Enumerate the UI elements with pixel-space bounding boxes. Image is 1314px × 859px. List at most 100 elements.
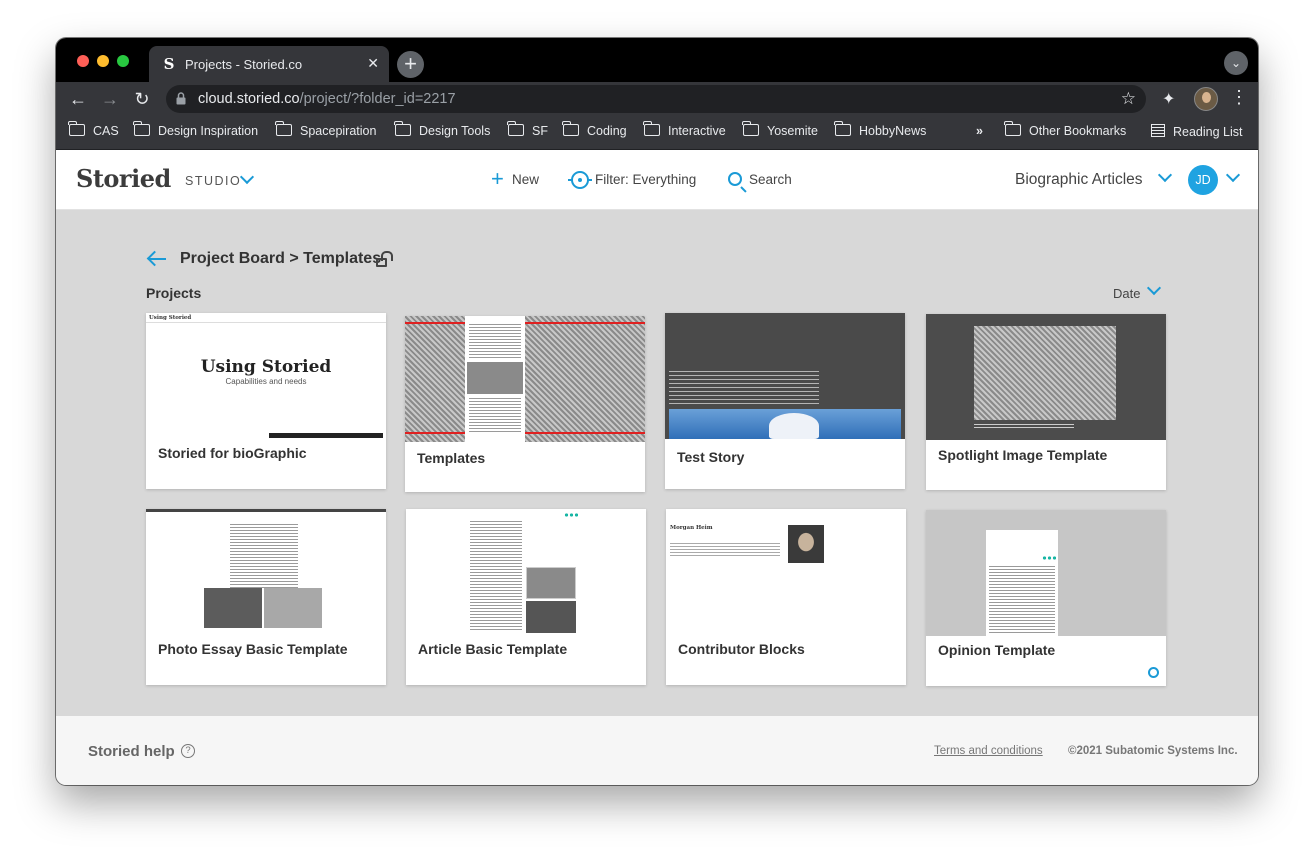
- project-thumbnail: Morgan Heim: [666, 509, 906, 635]
- project-title: Storied for bioGraphic: [158, 445, 307, 461]
- bookmark-item[interactable]: HobbyNews: [834, 121, 926, 138]
- kebab-menu-icon[interactable]: ⋮: [1230, 87, 1248, 108]
- help-link[interactable]: Storied help: [88, 743, 175, 760]
- thumbnail-image: [467, 362, 523, 394]
- terms-link[interactable]: Terms and conditions: [934, 745, 1043, 757]
- chevron-down-icon[interactable]: [1146, 280, 1162, 296]
- folder-icon: [643, 121, 660, 136]
- thumbnail-header: Using Storied: [146, 313, 386, 323]
- bookmark-item[interactable]: Interactive: [643, 121, 726, 138]
- thumbnail-heading: Morgan Heim: [670, 525, 713, 531]
- tab-search-chevron-icon[interactable]: ⌄: [1224, 51, 1248, 75]
- bookmarks-overflow-button[interactable]: »: [976, 124, 983, 138]
- project-title: Spotlight Image Template: [938, 447, 1108, 463]
- folder-icon: [68, 121, 85, 136]
- thumbnail-text: [470, 521, 522, 631]
- chevron-down-icon[interactable]: [1157, 167, 1173, 183]
- bookmark-label: Interactive: [668, 124, 726, 138]
- sort-dropdown[interactable]: Date: [1113, 286, 1140, 301]
- project-board: Project Board > Templates Projects Date …: [56, 210, 1258, 716]
- folder-icon: [834, 121, 851, 136]
- bookmark-item[interactable]: Coding: [562, 121, 627, 138]
- folder-icon: [742, 121, 759, 136]
- thumbnail-image: [974, 326, 1116, 420]
- bookmark-item[interactable]: Design Inspiration: [133, 121, 258, 138]
- window-close-button[interactable]: [77, 55, 89, 67]
- new-button[interactable]: New: [512, 172, 539, 187]
- back-arrow-icon[interactable]: ←: [65, 86, 91, 112]
- bookmark-item[interactable]: Spacepiration: [275, 121, 376, 138]
- folder-icon: [133, 121, 150, 136]
- extensions-icon[interactable]: ✦: [1162, 89, 1175, 109]
- project-card[interactable]: Test Story: [665, 313, 905, 489]
- thumbnail-text: [469, 398, 521, 434]
- footer: Storied help ? Terms and conditions ©202…: [56, 716, 1258, 785]
- bookmark-item[interactable]: SF: [507, 121, 548, 138]
- thumbnail-dots: [564, 513, 578, 517]
- project-title: Templates: [417, 450, 486, 466]
- plus-icon[interactable]: +: [491, 168, 504, 190]
- help-icon[interactable]: ?: [181, 744, 195, 758]
- reading-list-icon: [1151, 124, 1165, 137]
- close-icon[interactable]: ✕: [367, 55, 379, 72]
- chevron-down-icon[interactable]: [239, 169, 255, 185]
- new-tab-button[interactable]: +: [397, 51, 424, 78]
- search-icon[interactable]: [728, 172, 742, 186]
- project-card[interactable]: Article Basic Template: [406, 509, 646, 685]
- forward-arrow-icon[interactable]: →: [97, 86, 123, 112]
- project-thumbnail: Using Storied Using Storied Capabilities…: [146, 313, 386, 439]
- chevron-down-icon[interactable]: [1225, 167, 1241, 183]
- breadcrumb[interactable]: Project Board > Templates: [180, 250, 381, 268]
- section-title: Projects: [146, 285, 202, 301]
- reload-icon[interactable]: ↻: [129, 86, 155, 112]
- project-card[interactable]: Spotlight Image Template: [926, 314, 1166, 490]
- thumbnail-image: [526, 567, 576, 599]
- thumbnail-image: [204, 588, 262, 628]
- unlock-icon[interactable]: [376, 251, 393, 267]
- app-header: Storied STUDIO + New Filter: Everything …: [56, 150, 1258, 210]
- window-zoom-button[interactable]: [117, 55, 129, 67]
- project-thumbnail: [405, 316, 645, 442]
- copyright: ©2021 Subatomic Systems Inc.: [1068, 745, 1238, 757]
- filter-label: Filter:: [595, 172, 629, 187]
- address-bar[interactable]: cloud.storied.co/project/?folder_id=2217…: [166, 85, 1146, 113]
- filter-button[interactable]: Filter: Everything: [595, 172, 696, 187]
- project-card[interactable]: Morgan Heim Contributor Blocks: [666, 509, 906, 685]
- thumbnail-image: [264, 588, 322, 628]
- project-thumbnail: [926, 314, 1166, 440]
- bookmark-item[interactable]: Yosemite: [742, 121, 818, 138]
- bookmark-item[interactable]: CAS: [68, 121, 119, 138]
- url-text: cloud.storied.co/project/?folder_id=2217: [198, 91, 456, 107]
- project-thumbnail: [926, 510, 1166, 636]
- tab-strip: S Projects - Storied.co ✕ + ⌄: [56, 38, 1258, 82]
- thumbnail-rule: [405, 322, 645, 324]
- search-button[interactable]: Search: [749, 172, 792, 187]
- project-thumbnail: [146, 509, 386, 635]
- folder-icon: [394, 121, 411, 136]
- thumbnail-text: [669, 371, 819, 405]
- bookmark-item[interactable]: Design Tools: [394, 121, 490, 138]
- user-avatar[interactable]: JD: [1188, 165, 1218, 195]
- project-card[interactable]: Templates: [405, 316, 645, 492]
- other-bookmarks[interactable]: Other Bookmarks: [1004, 121, 1126, 138]
- project-thumbnail: [406, 509, 646, 635]
- thumbnail-text: [469, 324, 521, 358]
- crosshair-filter-icon[interactable]: [568, 171, 592, 189]
- storied-logo[interactable]: Storied: [76, 164, 171, 193]
- project-card[interactable]: Opinion Template: [926, 510, 1166, 686]
- project-title: Article Basic Template: [418, 641, 568, 657]
- window-minimize-button[interactable]: [97, 55, 109, 67]
- reading-list[interactable]: Reading List: [1151, 124, 1243, 139]
- project-card[interactable]: Photo Essay Basic Template: [146, 509, 386, 685]
- browser-tab[interactable]: S Projects - Storied.co ✕: [149, 46, 389, 82]
- chrome-profile-avatar[interactable]: [1194, 87, 1218, 111]
- thumbnail-page: [986, 530, 1058, 636]
- folder-icon: [275, 121, 292, 136]
- organization-switcher[interactable]: Biographic Articles: [1015, 171, 1143, 189]
- project-card[interactable]: Using Storied Using Storied Capabilities…: [146, 313, 386, 489]
- bookmarks-bar: CAS Design Inspiration Spacepiration Des…: [56, 116, 1258, 150]
- back-arrow-icon[interactable]: [148, 250, 166, 268]
- star-icon[interactable]: ☆: [1121, 89, 1136, 109]
- url-path: /project/?folder_id=2217: [299, 91, 456, 107]
- product-switcher-label[interactable]: STUDIO: [185, 174, 241, 188]
